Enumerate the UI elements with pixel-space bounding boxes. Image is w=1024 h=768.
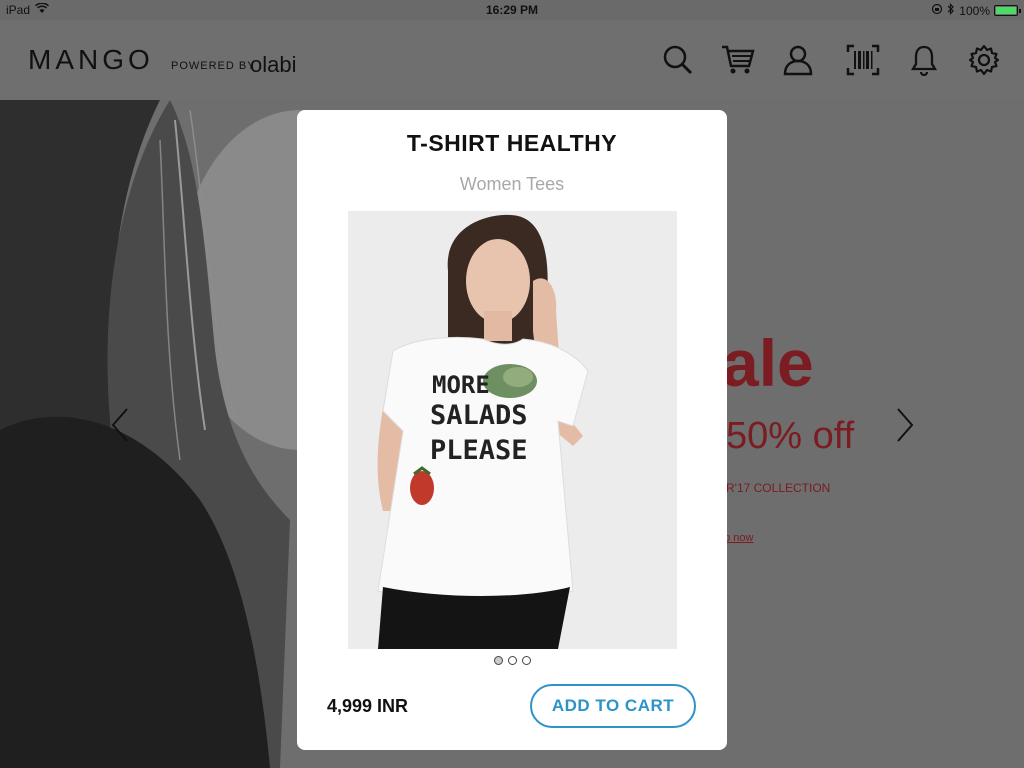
chevron-right-icon[interactable] <box>890 405 920 445</box>
powered-by-label: POWERED BY <box>171 60 256 72</box>
profile-button[interactable] <box>780 40 816 80</box>
battery-percent: 100% <box>959 3 990 18</box>
product-price: 4,999 INR <box>327 696 409 716</box>
cart-button[interactable] <box>720 40 756 80</box>
bluetooth-icon <box>947 3 955 18</box>
status-bar: iPad 16:29 PM 100% <box>0 0 1024 20</box>
product-photo: MORE SALADS PLEASE <box>348 211 677 649</box>
carousel-dots <box>297 656 727 665</box>
mango-logo[interactable]: MANGO <box>28 44 154 76</box>
status-right: 100% <box>931 3 1021 18</box>
carousel-dot-1[interactable] <box>493 656 503 665</box>
settings-button[interactable] <box>966 40 1002 80</box>
sale-collection: ER'17 COLLECTION <box>718 481 831 495</box>
olabi-logo: olabi <box>250 52 297 77</box>
shirt-print-line-3: PLEASE <box>430 435 528 466</box>
battery-icon <box>994 5 1021 16</box>
product-category: Women Tees <box>459 174 565 194</box>
notifications-button[interactable] <box>906 40 942 80</box>
product-quickview-modal: T-SHIRT HEALTHY Women Tees MORE SALADS P… <box>297 110 727 750</box>
sale-discount: 50% off <box>726 415 855 457</box>
cart-icon <box>722 45 755 74</box>
search-button[interactable] <box>660 40 696 80</box>
user-icon <box>783 45 813 76</box>
carousel-dot-3[interactable] <box>521 656 531 665</box>
status-time: 16:29 PM <box>485 3 539 17</box>
carousel-dot-2[interactable] <box>507 656 517 665</box>
barcode-icon <box>846 44 880 76</box>
gear-icon <box>968 44 1000 76</box>
shirt-print-line-2: SALADS <box>430 400 528 431</box>
chevron-left-icon[interactable] <box>105 405 135 445</box>
search-icon <box>663 45 693 75</box>
sale-title: ale <box>722 326 814 400</box>
product-image[interactable]: MORE SALADS PLEASE <box>348 211 677 649</box>
barcode-scan-button[interactable] <box>845 40 881 80</box>
add-to-cart-button[interactable]: ADD TO CART <box>530 684 696 728</box>
app-header: MANGO POWERED BY olabi <box>0 20 1024 100</box>
shirt-print-line-1: MORE <box>432 371 490 399</box>
rotation-lock-icon <box>931 3 943 18</box>
product-title: T-SHIRT HEALTHY <box>406 130 618 156</box>
bell-icon <box>910 45 938 76</box>
